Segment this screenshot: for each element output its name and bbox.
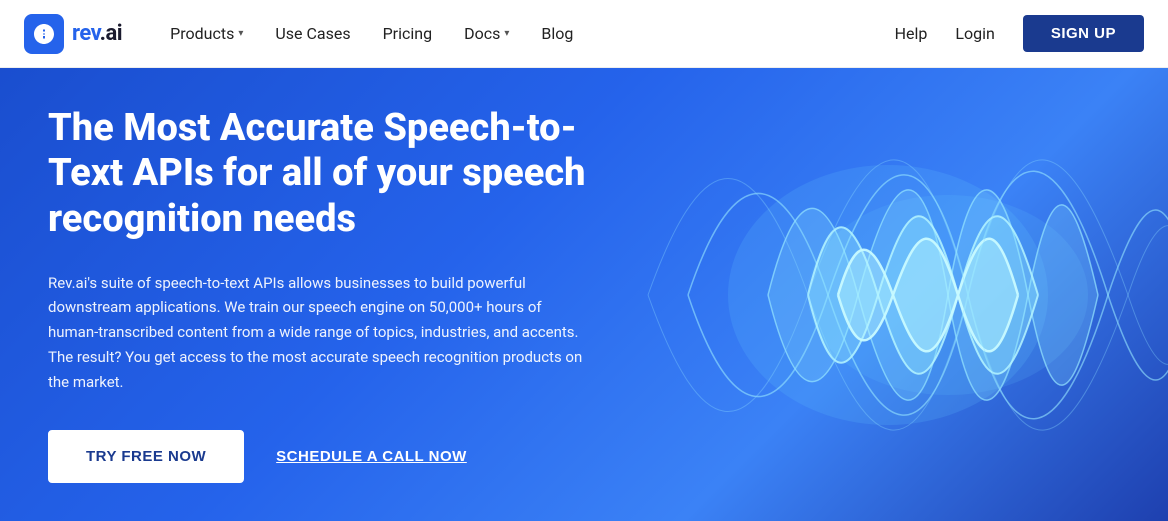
nav-right: Help Login SIGN UP: [895, 15, 1144, 52]
nav-item-products[interactable]: Products ▾: [170, 24, 243, 43]
navbar: rev.ai Products ▾ Use Cases Pricing Docs…: [0, 0, 1168, 68]
try-free-button[interactable]: TRY FREE NOW: [48, 430, 244, 483]
logo[interactable]: rev.ai: [24, 14, 122, 54]
logo-text: rev.ai: [72, 21, 122, 46]
logo-icon: [24, 14, 64, 54]
nav-item-use-cases[interactable]: Use Cases: [275, 24, 350, 43]
hero-section: The Most Accurate Speech-to-Text APIs fo…: [0, 68, 1168, 521]
nav-item-pricing[interactable]: Pricing: [383, 24, 433, 43]
nav-help-link[interactable]: Help: [895, 24, 928, 43]
hero-title: The Most Accurate Speech-to-Text APIs fo…: [48, 106, 592, 243]
schedule-call-button[interactable]: SCHEDULE A CALL NOW: [276, 448, 467, 465]
chevron-down-icon: ▾: [504, 28, 509, 39]
nav-links: Products ▾ Use Cases Pricing Docs ▾ Blog: [170, 24, 894, 43]
nav-item-blog[interactable]: Blog: [541, 24, 573, 43]
nav-login-link[interactable]: Login: [955, 24, 994, 43]
waveform-visualization: [628, 115, 1168, 475]
hero-buttons: TRY FREE NOW SCHEDULE A CALL NOW: [48, 430, 592, 483]
nav-item-docs[interactable]: Docs ▾: [464, 24, 509, 43]
signup-button[interactable]: SIGN UP: [1023, 15, 1144, 52]
hero-description: Rev.ai's suite of speech-to-text APIs al…: [48, 271, 592, 395]
chevron-down-icon: ▾: [238, 28, 243, 39]
hero-content: The Most Accurate Speech-to-Text APIs fo…: [0, 68, 640, 521]
